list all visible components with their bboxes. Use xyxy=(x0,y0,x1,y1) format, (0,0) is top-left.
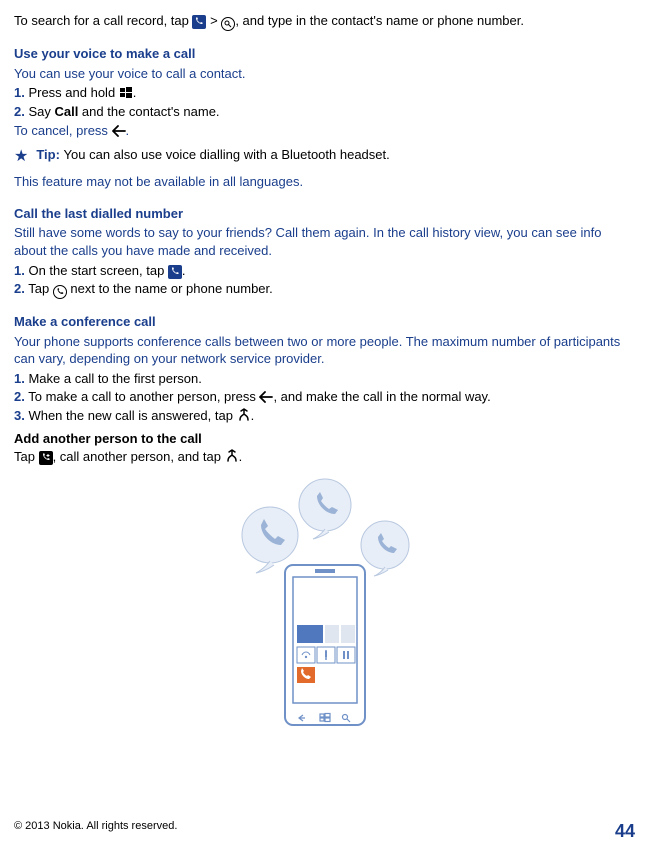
step-number: 3. xyxy=(14,408,25,423)
callout-right-icon xyxy=(361,521,409,576)
text: Make a call to the first person. xyxy=(25,371,202,386)
back-arrow-icon xyxy=(112,124,126,138)
search-circle-icon xyxy=(221,17,235,31)
text: , call another person, and tap xyxy=(53,449,225,464)
text: , and make the call in the normal way. xyxy=(273,389,490,404)
text: > xyxy=(206,13,221,28)
step-number: 2. xyxy=(14,104,25,119)
text: When the new call is answered, tap xyxy=(25,408,237,423)
text: next to the name or phone number. xyxy=(67,281,273,296)
voice-step-2: 2. Say Call and the contact's name. xyxy=(14,103,635,121)
tip-row: ★ Tip: You can also use voice dialling w… xyxy=(14,146,635,168)
step-number: 1. xyxy=(14,371,25,386)
text: . xyxy=(126,123,130,138)
voice-heading: Use your voice to make a call xyxy=(14,45,635,63)
call-circle-icon xyxy=(53,285,67,299)
page-footer: © 2013 Nokia. All rights reserved. 44 xyxy=(14,819,635,843)
add-call-icon xyxy=(39,451,53,465)
step-number: 2. xyxy=(14,281,25,296)
text: To search for a call record, tap xyxy=(14,13,192,28)
step-number: 1. xyxy=(14,85,25,100)
voice-desc: You can use your voice to call a contact… xyxy=(14,65,635,83)
callout-left-icon xyxy=(242,507,298,573)
page-number: 44 xyxy=(615,819,635,843)
add-heading: Add another person to the call xyxy=(14,430,635,448)
conference-illustration xyxy=(14,475,635,735)
tip-label: Tip: xyxy=(36,147,63,162)
conf-step-2: 2. To make a call to another person, pre… xyxy=(14,388,635,406)
last-heading: Call the last dialled number xyxy=(14,205,635,223)
voice-step-1: 1. Press and hold . xyxy=(14,84,635,102)
text: Say xyxy=(25,104,55,119)
phone-tile-icon xyxy=(192,15,206,29)
back-arrow-icon xyxy=(259,390,273,404)
text: . xyxy=(251,408,255,423)
copyright-text: © 2013 Nokia. All rights reserved. xyxy=(14,819,177,843)
call-keyword: Call xyxy=(54,104,78,119)
merge-calls-icon xyxy=(237,408,251,422)
windows-key-icon xyxy=(119,86,133,100)
conf-step-1: 1. Make a call to the first person. xyxy=(14,370,635,388)
text: To cancel, press xyxy=(14,123,112,138)
text: Tap xyxy=(25,281,53,296)
merge-calls-icon xyxy=(225,449,239,463)
last-step-2: 2. Tap next to the name or phone number. xyxy=(14,280,635,299)
tip-text: You can also use voice dialling with a B… xyxy=(64,147,390,162)
conf-desc: Your phone supports conference calls bet… xyxy=(14,333,635,368)
step-number: 2. xyxy=(14,389,25,404)
text: To make a call to another person, press xyxy=(25,389,260,404)
tip-content: Tip: You can also use voice dialling wit… xyxy=(36,146,389,164)
voice-cancel-line: To cancel, press . xyxy=(14,122,635,140)
conf-step-3: 3. When the new call is answered, tap . xyxy=(14,407,635,425)
add-line: Tap , call another person, and tap . xyxy=(14,448,635,466)
text: Tap xyxy=(14,449,39,464)
step-number: 1. xyxy=(14,263,25,278)
voice-note: This feature may not be available in all… xyxy=(14,173,635,191)
search-call-record-line: To search for a call record, tap > , and… xyxy=(14,12,635,31)
tip-star-icon: ★ xyxy=(14,146,28,168)
text: , and type in the contact's name or phon… xyxy=(235,13,524,28)
text: . xyxy=(239,449,243,464)
text: . xyxy=(133,85,137,100)
text: On the start screen, tap xyxy=(25,263,168,278)
phone-tile-icon xyxy=(168,265,182,279)
last-desc: Still have some words to say to your fri… xyxy=(14,224,635,259)
text: and the contact's name. xyxy=(78,104,219,119)
conf-heading: Make a conference call xyxy=(14,313,635,331)
last-step-1: 1. On the start screen, tap . xyxy=(14,262,635,280)
callout-mid-icon xyxy=(299,479,351,539)
text: Press and hold xyxy=(25,85,119,100)
text: . xyxy=(182,263,186,278)
